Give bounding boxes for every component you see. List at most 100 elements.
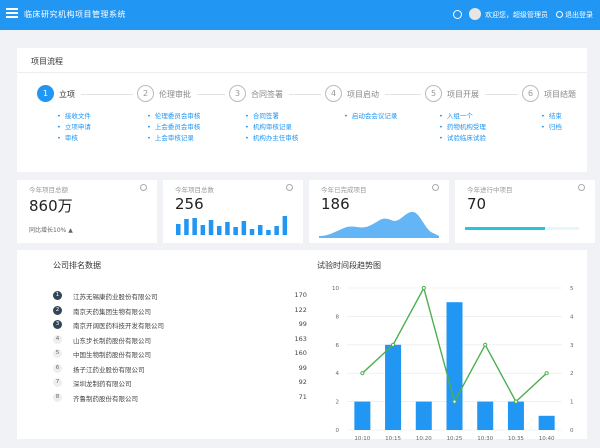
step-link[interactable]: 药物机构受理 [439,122,486,133]
mini-bar [266,230,271,235]
step-link[interactable]: 伦理委员会审核 [147,111,201,122]
step-connector [385,94,421,95]
info-icon[interactable] [140,184,147,191]
stat-total-amount: 今年项目总额 860万 同比增长10% ▲ [17,180,157,243]
line-point[interactable] [513,399,519,404]
step-label: 立项 [59,90,75,99]
step-label: 伦理审批 [159,90,191,99]
rank-badge: 4 [53,334,62,344]
step-link[interactable]: 启动会会议记录 [344,111,398,122]
logout-button[interactable]: 退出登录 [556,10,593,20]
line-point[interactable] [544,371,549,376]
ranking-row[interactable]: 4 山东步长制药股份有限公司 1635 [53,334,311,348]
step-sublist: 入组一个药物机构受理试验临床试验 [439,111,486,144]
ranking-row[interactable]: 5 中国生物制药股份有限公司 1609 [53,348,311,362]
area-chart [319,211,439,238]
ranking-row[interactable]: 7 深圳龙制药有限公司 926 [53,377,311,391]
step-link[interactable]: 接收文件 [57,111,91,122]
step-connector [81,94,133,95]
company-name: 深圳龙制药有限公司 [73,380,132,388]
bar[interactable] [477,401,494,430]
mini-bar [282,216,288,235]
step-link[interactable]: 入组一个 [439,111,486,122]
ranking-row[interactable]: 6 扬子江药业股份有限公司 992 [53,363,311,377]
y-right-tick: 2 [570,371,574,377]
line-point[interactable] [390,342,396,347]
step-sublist: 接收文件立项申请审核 [57,111,91,144]
step-link[interactable]: 归档 [541,122,562,133]
step-number: 2 [137,85,154,102]
info-icon[interactable] [578,184,585,191]
line-point[interactable] [452,399,457,404]
stat-label: 今年已完成项目 [321,186,367,194]
company-name: 中国生物制药股份有限公司 [73,351,151,359]
mini-bar [241,221,247,235]
step-label: 项目结题 [544,90,576,99]
bar[interactable] [385,344,402,430]
progress-fill [465,227,545,230]
step-link[interactable]: 审核 [57,133,91,144]
company-name: 南京开阔医药科技开发有限公司 [73,322,164,330]
y-left-tick: 8 [336,314,340,320]
mini-bar [200,225,206,235]
step-sublist: 伦理委员会审核上会委员会审核上会审核记录 [147,111,201,144]
y-right-tick: 4 [570,314,574,320]
clock-icon[interactable] [453,10,462,19]
top-bar: 临床研究机构项目管理系统 欢迎您，超级管理员 退出登录 [0,0,600,30]
mini-bar-chart [176,216,288,235]
step-link[interactable]: 合同签署 [245,111,298,122]
menu-toggle-icon[interactable] [6,8,18,20]
step-sublist: 启动会会议记录 [344,111,398,122]
y-left-tick: 10 [332,286,339,292]
stat-total-count: 今年项目总数 256 [163,180,303,243]
step-link[interactable]: 试验临床试验 [439,133,486,144]
stat-value: 70 [467,195,487,213]
info-icon[interactable] [432,184,439,191]
bar[interactable] [507,401,524,430]
y-right-tick: 1 [570,400,574,406]
x-tick: 10:10 [354,436,370,442]
divider [17,72,587,73]
ranking-row[interactable]: 2 南京天药集团生物有限公司 1223 [53,305,311,319]
step-link[interactable]: 机构办主任审核 [245,133,299,144]
ranking-row[interactable]: 1 江苏无锡康药业股份有限公司 1702 [53,290,311,304]
step-link[interactable]: 立项申请 [57,122,91,133]
step-link[interactable]: 机构审核记录 [245,122,298,133]
step-link[interactable]: 结束 [541,111,562,122]
bar[interactable] [354,401,371,430]
step-connector [485,94,518,95]
welcome-text: 欢迎您，超级管理员 [485,11,548,19]
mini-bar [233,227,238,235]
step-label: 合同签署 [251,90,283,99]
x-tick: 10:30 [477,436,493,442]
info-icon[interactable] [286,184,293,191]
step-number: 5 [425,85,442,102]
step-sublist: 合同签署机构审核记录机构办主任审核 [245,111,299,144]
x-tick: 10:20 [416,436,432,442]
ranking-row[interactable]: 3 南京开阔医药科技开发有限公司 997 [53,319,311,333]
step-link[interactable]: 上会审核记录 [147,133,200,144]
ranking-row[interactable]: 8 齐鲁制药股份有限公司 711 [53,392,311,406]
avatar[interactable] [469,8,481,20]
rank-badge: 2 [53,305,62,315]
step-number: 4 [325,85,342,102]
bar[interactable] [538,415,555,430]
ranking-title: 公司排名数据 [53,261,101,270]
step-link[interactable]: 上会委员会审核 [147,122,201,133]
line-point[interactable] [483,342,488,347]
stat-value: 256 [175,195,204,213]
bar[interactable] [446,302,463,430]
mini-bar [208,220,214,235]
step-number: 3 [229,85,246,102]
mini-bar [274,226,279,235]
company-name: 齐鲁制药股份有限公司 [73,394,138,403]
stat-completed: 今年已完成项目 186 [309,180,449,243]
progress-track [465,227,579,230]
y-left-tick: 6 [336,343,340,349]
line-point[interactable] [360,371,365,376]
line-point[interactable] [421,285,426,291]
step-label: 项目启动 [347,90,379,99]
rank-badge: 7 [53,378,62,387]
logout-icon [556,11,563,18]
bar[interactable] [415,401,432,430]
